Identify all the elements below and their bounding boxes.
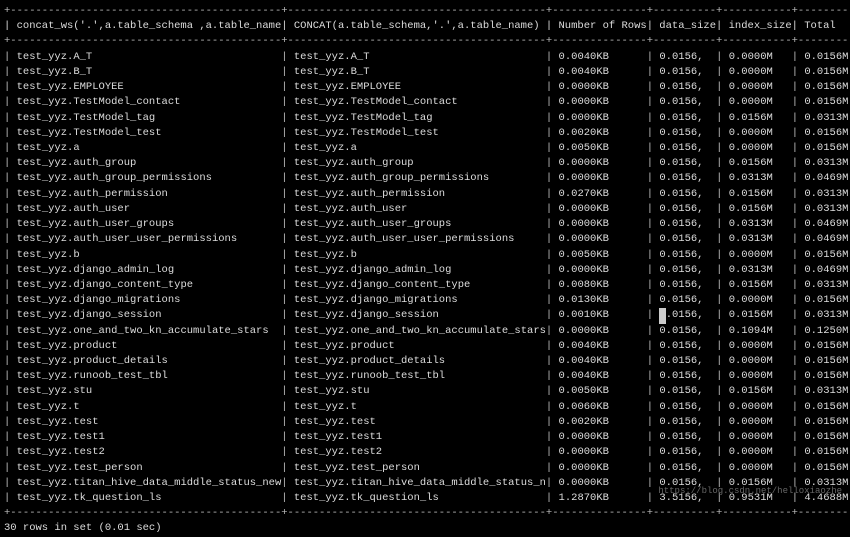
table-row: | test_yyz.EMPLOYEE | test_yyz.EMPLOYEE …: [4, 80, 846, 95]
table-row: | test_yyz.auth_user_groups | test_yyz.a…: [4, 217, 846, 232]
table-row: | test_yyz.product_details | test_yyz.pr…: [4, 354, 846, 369]
header-row: | concat_ws('.',a.table_schema ,a.table_…: [4, 19, 846, 34]
table-row: | test_yyz.product | test_yyz.product | …: [4, 339, 846, 354]
table-row: | test_yyz.stu | test_yyz.stu | 0.0050KB…: [4, 384, 846, 399]
table-row: | test_yyz.test1 | test_yyz.test1 | 0.00…: [4, 430, 846, 445]
table-row: | test_yyz.TestModel_contact | test_yyz.…: [4, 95, 846, 110]
watermark: https://blog.csdn.net/helloxiaozhe: [658, 485, 842, 498]
table-row: | test_yyz.django_session | test_yyz.dja…: [4, 308, 846, 323]
table-row: | test_yyz.auth_user | test_yyz.auth_use…: [4, 202, 846, 217]
table-row: | test_yyz.TestModel_tag | test_yyz.Test…: [4, 111, 846, 126]
table-row: | test_yyz.TestModel_test | test_yyz.Tes…: [4, 126, 846, 141]
separator-line: +---------------------------------------…: [4, 34, 846, 49]
table-row: | test_yyz.django_admin_log | test_yyz.d…: [4, 263, 846, 278]
table-row: | test_yyz.auth_permission | test_yyz.au…: [4, 187, 846, 202]
table-row: | test_yyz.B_T | test_yyz.B_T | 0.0040KB…: [4, 65, 846, 80]
result-summary: 30 rows in set (0.01 sec): [4, 521, 846, 536]
table-row: | test_yyz.django_content_type | test_yy…: [4, 278, 846, 293]
table-row: | test_yyz.django_migrations | test_yyz.…: [4, 293, 846, 308]
table-row: | test_yyz.one_and_two_kn_accumulate_sta…: [4, 324, 846, 339]
table-row: | test_yyz.A_T | test_yyz.A_T | 0.0040KB…: [4, 50, 846, 65]
table-row: | test_yyz.test_person | test_yyz.test_p…: [4, 461, 846, 476]
table-row: | test_yyz.a | test_yyz.a | 0.0050KB | 0…: [4, 141, 846, 156]
table-row: | test_yyz.t | test_yyz.t | 0.0060KB | 0…: [4, 400, 846, 415]
table-row: | test_yyz.b | test_yyz.b | 0.0050KB | 0…: [4, 248, 846, 263]
table-row: | test_yyz.auth_user_user_permissions | …: [4, 232, 846, 247]
table-row: | test_yyz.test | test_yyz.test | 0.0020…: [4, 415, 846, 430]
table-row: | test_yyz.runoob_test_tbl | test_yyz.ru…: [4, 369, 846, 384]
sql-result-table: +---------------------------------------…: [4, 4, 846, 537]
table-row: | test_yyz.test2 | test_yyz.test2 | 0.00…: [4, 445, 846, 460]
table-row: | test_yyz.auth_group_permissions | test…: [4, 171, 846, 186]
table-row: | test_yyz.auth_group | test_yyz.auth_gr…: [4, 156, 846, 171]
separator-line: +---------------------------------------…: [4, 4, 846, 19]
separator-line: +---------------------------------------…: [4, 506, 846, 521]
